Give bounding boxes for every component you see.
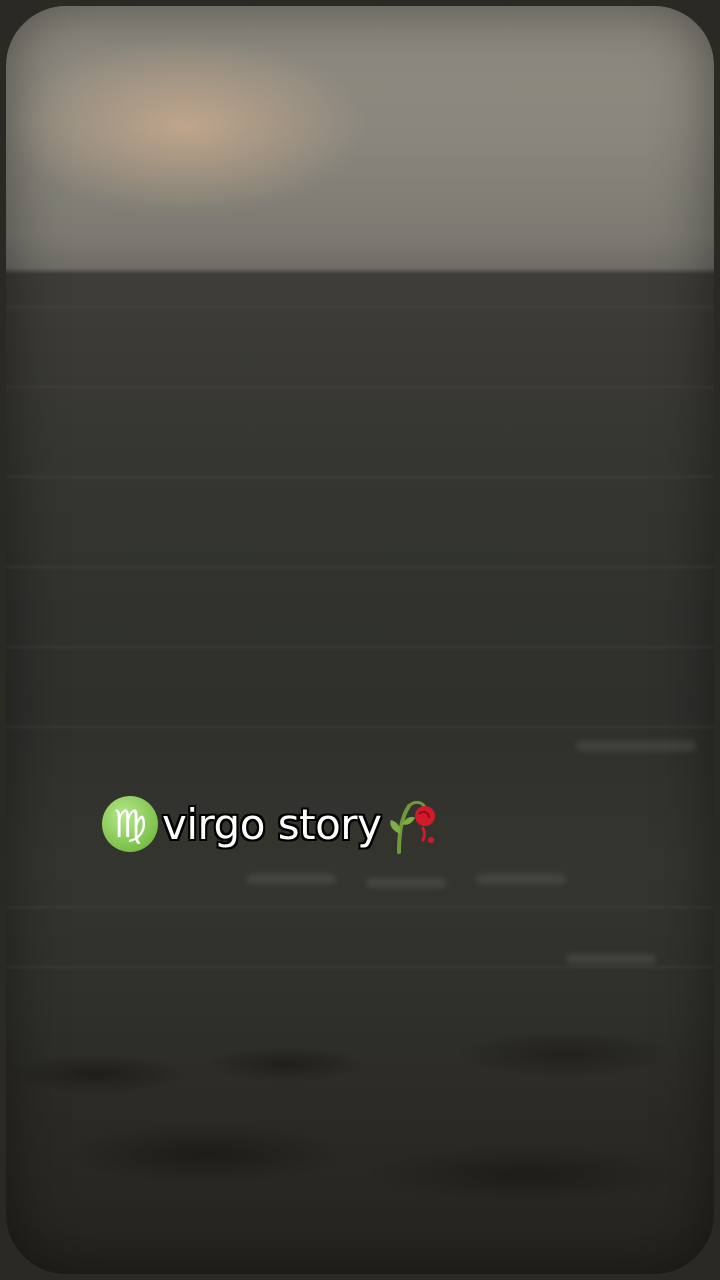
wave-foam (246, 874, 336, 884)
caption-text: virgo story (162, 799, 382, 849)
wave-line (6, 476, 714, 478)
story-viewer: ♍ virgo story (0, 0, 720, 1280)
wave-foam (566, 954, 656, 964)
wave-line (6, 646, 714, 648)
wave-foam (366, 878, 446, 888)
wilted-rose-icon (390, 800, 436, 854)
wave-foam (576, 741, 696, 751)
background-sea-photo (6, 6, 714, 1274)
wave-line (6, 306, 714, 308)
wave-foam (476, 874, 566, 884)
story-caption: ♍ virgo story (102, 792, 441, 856)
wave-line (6, 386, 714, 388)
wave-line (6, 726, 714, 728)
virgo-zodiac-icon: ♍ (102, 796, 158, 852)
wave-line (6, 966, 714, 968)
wave-line (6, 906, 714, 908)
wave-line (6, 566, 714, 568)
shore-rocks (6, 1034, 714, 1274)
